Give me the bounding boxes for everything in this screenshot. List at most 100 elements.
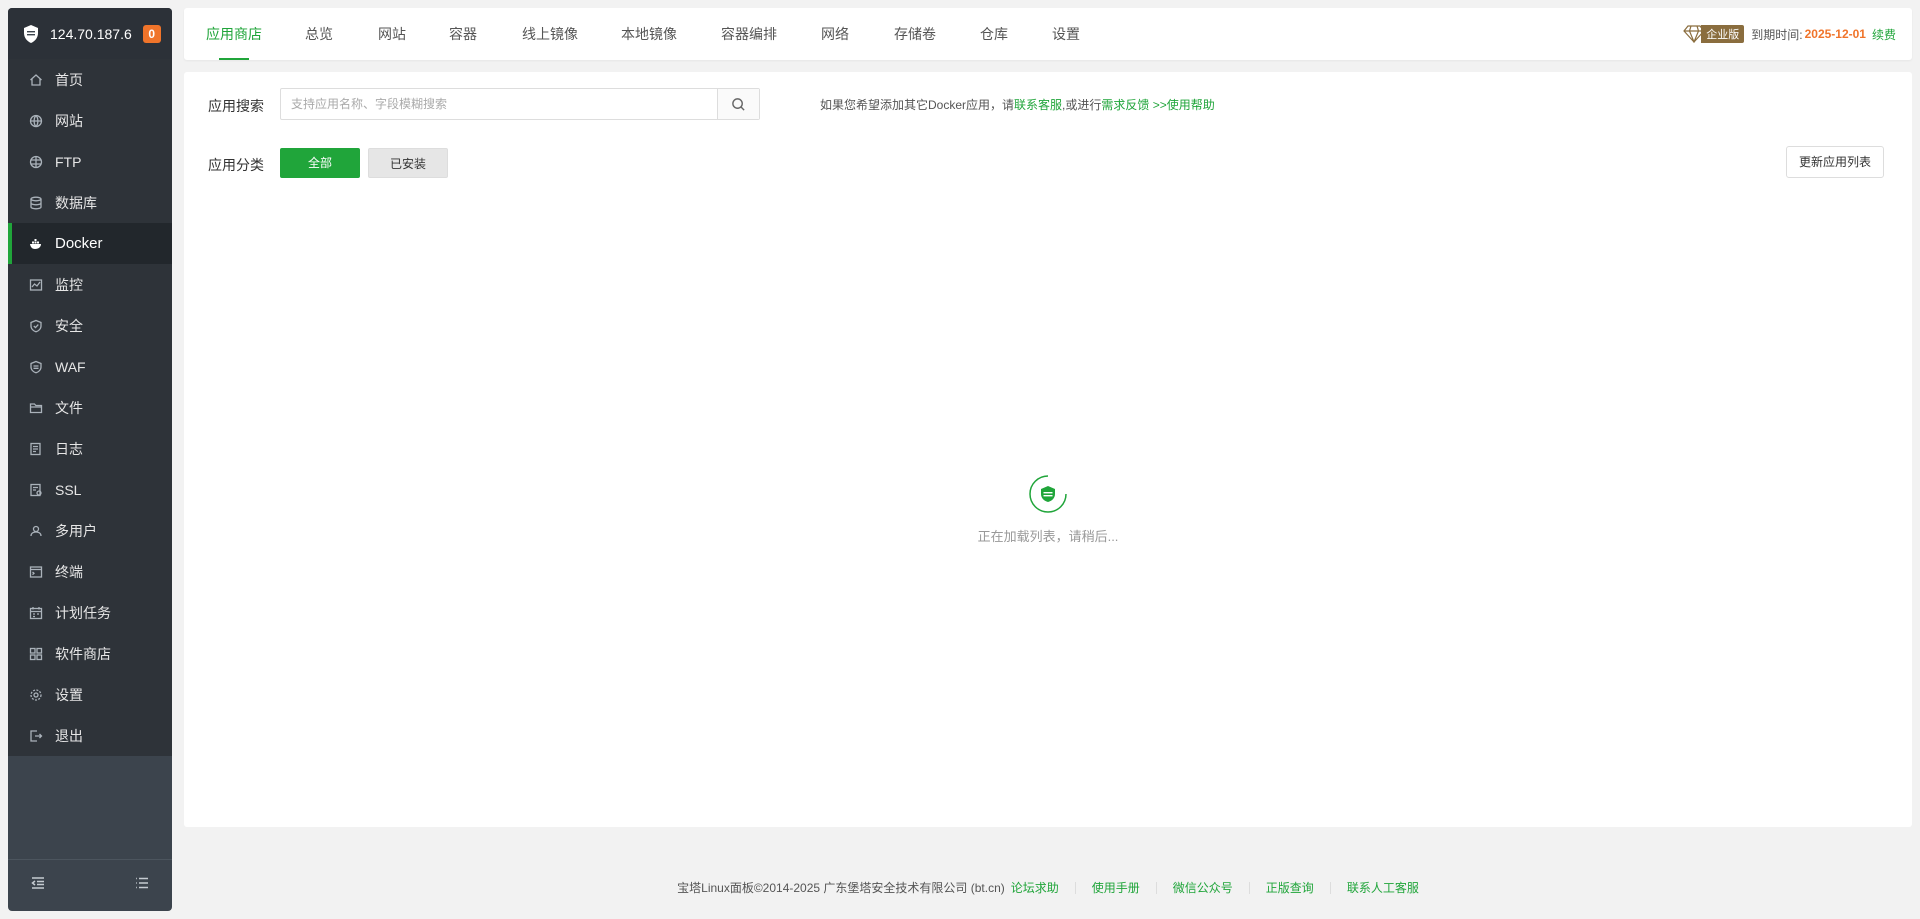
sidebar-item-label: 计划任务 [55,604,111,621]
tab-compose[interactable]: 容器编排 [721,8,777,60]
sidebar-item-home[interactable]: 首页 [8,59,172,100]
tab-website[interactable]: 网站 [378,8,406,60]
sidebar-item-label: Docker [55,235,103,252]
footer-link-manual[interactable]: 使用手册 [1092,879,1140,896]
sidebar-item-label: 文件 [55,399,83,416]
footer-divider [1329,881,1331,894]
sidebar-item-multiuser[interactable]: 多用户 [8,510,172,551]
tab-network[interactable]: 网络 [821,8,849,60]
license-info: 企业版 到期时间: 2025-12-01 续费 [1683,8,1896,60]
sidebar-item-ftp[interactable]: FTP [8,141,172,182]
sidebar-item-settings[interactable]: 设置 [8,674,172,715]
sidebar-item-website[interactable]: 网站 [8,100,172,141]
search-label: 应用搜索 [208,98,264,114]
sidebar-item-label: 监控 [55,276,83,293]
sidebar-item-waf[interactable]: WAF [8,346,172,387]
search-icon [732,97,745,111]
folder-icon [29,401,43,415]
sidebar-header: 124.70.187.6 0 [8,8,172,59]
sidebar-item-appstore[interactable]: 软件商店 [8,633,172,674]
server-ip[interactable]: 124.70.187.6 [50,26,132,42]
sidebar-item-ssl[interactable]: SSL [8,469,172,510]
category-all-button[interactable]: 全部 [280,148,360,178]
copyright-text: 宝塔Linux面板©2014-2025 广东堡塔安全技术有限公司 (bt.cn) [677,881,1005,895]
sidebar-item-label: 安全 [55,317,83,334]
refresh-app-list-button[interactable]: 更新应用列表 [1785,146,1884,178]
ssl-icon [29,483,43,497]
tab-local-image[interactable]: 本地镜像 [621,8,677,60]
category-installed-button[interactable]: 已安装 [368,148,448,178]
waf-icon [29,360,43,374]
sidebar-item-terminal[interactable]: 终端 [8,551,172,592]
sidebar-item-label: 数据库 [55,194,97,211]
terminal-icon [29,565,43,579]
footer-link-contact-support[interactable]: 联系人工客服 [1347,879,1419,896]
database-icon [29,196,43,210]
footer-divider [1074,881,1076,894]
calendar-icon [29,606,43,620]
footer: 宝塔Linux面板©2014-2025 广东堡塔安全技术有限公司 (bt.cn)… [184,879,1912,896]
tab-app-store[interactable]: 应用商店 [206,8,262,60]
main-panel: 应用搜索 如果您希望添加其它Docker应用，请联系客服,或进行需求反馈 >>使… [184,72,1912,827]
loading-text: 正在加载列表，请稍后... [977,529,1119,544]
footer-divider [1155,881,1157,894]
sidebar-item-cron[interactable]: 计划任务 [8,592,172,633]
sidebar-item-label: WAF [55,358,86,375]
search-box [280,88,760,120]
users-icon [29,524,43,538]
loading-indicator: 正在加载列表，请稍后... [184,474,1912,545]
home-icon [29,73,43,87]
help-hint: 如果您希望添加其它Docker应用，请联系客服,或进行需求反馈 >>使用帮助 [820,96,1215,113]
docker-icon [29,237,43,251]
tab-online-image[interactable]: 线上镜像 [522,8,578,60]
monitor-icon [29,278,43,292]
tab-volume[interactable]: 存储卷 [894,8,936,60]
help-link[interactable]: >>使用帮助 [1149,98,1215,112]
sidebar-item-label: SSL [55,481,82,498]
ftp-icon [29,155,43,169]
grid-icon [29,647,43,661]
sidebar-item-label: 软件商店 [55,645,111,662]
loading-spinner-icon [1028,474,1068,514]
gear-icon [29,688,43,702]
message-count-badge[interactable]: 0 [142,24,161,43]
bt-logo-icon [22,24,40,44]
sidebar-item-security[interactable]: 安全 [8,305,172,346]
sidebar-item-monitor[interactable]: 监控 [8,264,172,305]
tab-container[interactable]: 容器 [449,8,477,60]
sidebar-item-label: 设置 [55,686,83,703]
tab-settings[interactable]: 设置 [1052,8,1080,60]
logout-icon [29,729,43,743]
hint-mid: ,或进行 [1062,98,1102,112]
sidebar-item-logout[interactable]: 退出 [8,715,172,756]
sidebar-item-files[interactable]: 文件 [8,387,172,428]
sidebar: 124.70.187.6 0 首页 网站 FTP 数据库 Docker 监控 安… [8,8,172,911]
renew-link[interactable]: 续费 [1872,26,1896,43]
category-label: 应用分类 [208,157,264,173]
feedback-link[interactable]: 需求反馈 [1101,98,1149,112]
sidebar-item-label: 终端 [55,563,83,580]
collapse-sidebar-icon[interactable] [30,875,46,896]
list-icon[interactable] [134,875,150,896]
footer-link-forum[interactable]: 论坛求助 [1011,879,1059,896]
search-button[interactable] [717,89,759,119]
tab-registry[interactable]: 仓库 [980,8,1008,60]
enterprise-badge[interactable]: 企业版 [1683,25,1745,43]
contact-support-link[interactable]: 联系客服 [1014,98,1062,112]
shield-icon [29,319,43,333]
sidebar-item-logs[interactable]: 日志 [8,428,172,469]
expire-date: 2025-12-01 [1804,27,1866,41]
sidebar-item-label: 日志 [55,440,83,457]
top-nav: 应用商店 总览 网站 容器 线上镜像 本地镜像 容器编排 网络 存储卷 仓库 设… [184,8,1912,60]
sidebar-item-label: 首页 [55,71,83,88]
footer-divider [1248,881,1250,894]
sidebar-item-label: 多用户 [55,522,97,539]
sidebar-item-database[interactable]: 数据库 [8,182,172,223]
log-icon [29,442,43,456]
expire-label: 到期时间: [1751,27,1803,42]
sidebar-item-docker[interactable]: Docker [8,223,172,264]
app-search-input[interactable] [281,89,717,119]
footer-link-wechat[interactable]: 微信公众号 [1173,879,1233,896]
tab-overview[interactable]: 总览 [305,8,333,60]
footer-link-license-check[interactable]: 正版查询 [1266,879,1314,896]
